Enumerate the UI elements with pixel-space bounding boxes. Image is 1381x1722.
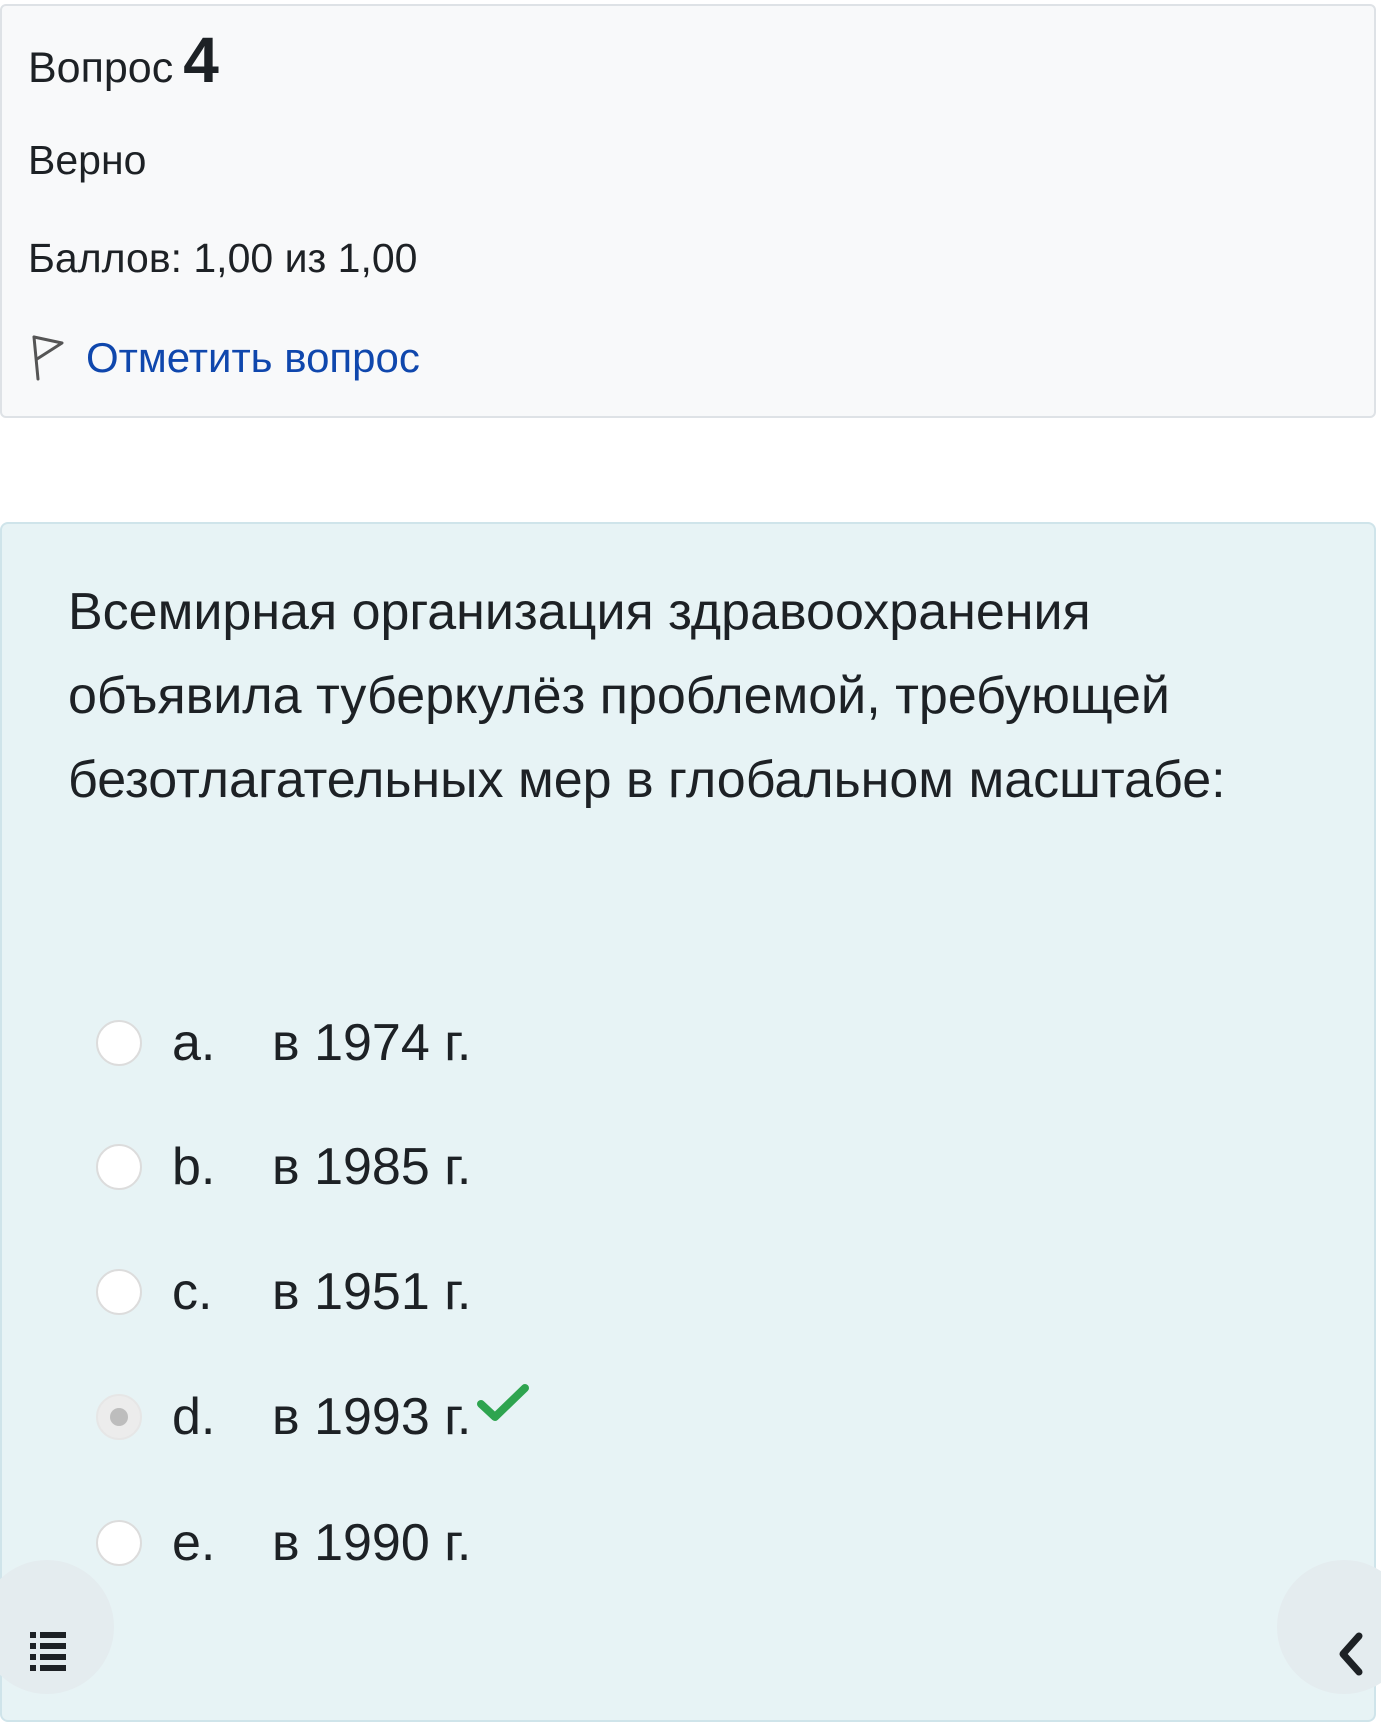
answer-option-a[interactable]: a. в 1974 г. — [96, 1008, 471, 1078]
question-number: 4 — [183, 24, 219, 96]
answer-letter: b. — [172, 1138, 216, 1196]
answer-radio-b[interactable] — [96, 1144, 142, 1190]
check-icon — [475, 1379, 531, 1423]
question-state: Верно — [28, 137, 147, 183]
answer-option-c[interactable]: c. в 1951 г. — [96, 1257, 471, 1327]
answer-text: в 1985 г. — [272, 1138, 472, 1196]
answer-radio-a[interactable] — [96, 1020, 142, 1066]
answer-text: в 1974 г. — [272, 1014, 472, 1072]
flag-question-link[interactable]: Отметить вопрос — [86, 334, 420, 382]
answer-radio-d[interactable] — [96, 1394, 142, 1440]
answer-letter: c. — [172, 1263, 213, 1321]
list-icon — [30, 1632, 66, 1677]
answer-radio-c[interactable] — [96, 1269, 142, 1315]
answer-radio-e[interactable] — [96, 1520, 142, 1566]
question-heading: Вопрос 4 — [28, 28, 219, 92]
answer-text: в 1990 г. — [272, 1514, 472, 1572]
answer-option-d[interactable]: d. в 1993 г. — [96, 1382, 530, 1452]
question-label: Вопрос — [28, 44, 174, 92]
answer-letter: d. — [172, 1388, 216, 1446]
flag-question-button[interactable]: Отметить вопрос — [28, 330, 420, 386]
chevron-left-icon — [1335, 1632, 1365, 1681]
answer-text: в 1993 г. — [272, 1388, 472, 1446]
answer-letter: a. — [172, 1014, 216, 1072]
answer-text: в 1951 г. — [272, 1263, 472, 1321]
answer-option-e[interactable]: e. в 1990 г. — [96, 1508, 471, 1578]
flag-icon — [28, 333, 68, 383]
answer-option-b[interactable]: b. в 1985 г. — [96, 1132, 471, 1202]
question-grade: Баллов: 1,00 из 1,00 — [28, 235, 418, 281]
answer-letter: e. — [172, 1514, 216, 1572]
answer-text-selected: в 1993 г. — [272, 1384, 531, 1447]
question-text: Всемирная организация здравоохранения об… — [68, 583, 1226, 809]
